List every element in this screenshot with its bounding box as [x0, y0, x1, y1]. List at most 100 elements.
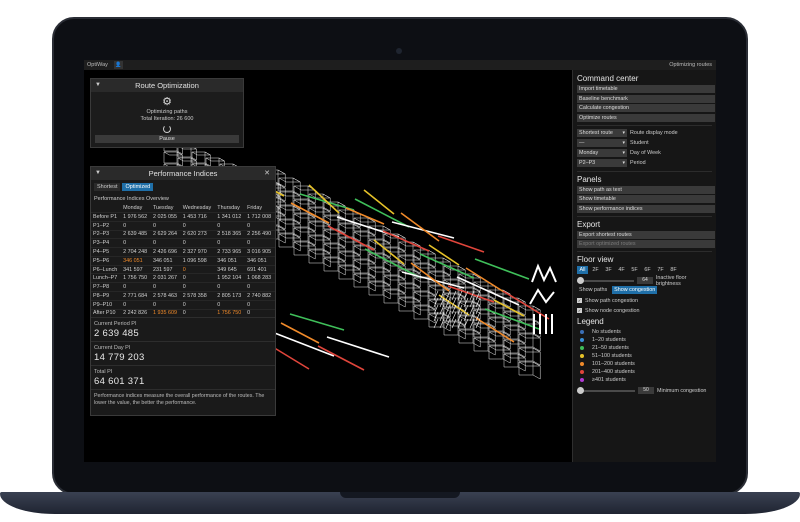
- export-shortest-button[interactable]: Export shortest routes: [577, 230, 715, 239]
- table-cell: 1 453 716: [182, 213, 207, 220]
- table-cell: 346 051: [247, 257, 267, 264]
- room-cube: [458, 329, 482, 348]
- row-label: P6–Lunch: [93, 266, 118, 273]
- current-day-metric: Current Day PI 14 779 203: [91, 341, 275, 365]
- table-cell: 2 704 248: [123, 249, 148, 256]
- calculate-congestion-button[interactable]: Calculate congestion: [577, 104, 715, 112]
- select-value: P2–P3: [579, 160, 596, 166]
- legend-dot-icon: [580, 370, 584, 374]
- floor-tab-7f[interactable]: 7F: [655, 266, 666, 274]
- table-cell: 0: [123, 240, 127, 247]
- metric-value: 64 601 371: [94, 376, 145, 388]
- min-congestion-value[interactable]: 50: [638, 387, 654, 394]
- metric-label: Current Day PI: [94, 345, 131, 352]
- table-cell: 2 327 970: [182, 249, 207, 256]
- perf-panel-header[interactable]: ▼ Performance Indices ✕: [91, 167, 275, 180]
- table-cell: 2 771 684: [123, 292, 148, 299]
- room-cube: [473, 337, 497, 356]
- legend-item: 21–50 students: [577, 344, 712, 352]
- tab-optimized[interactable]: Optimized: [122, 183, 154, 191]
- route-path: [465, 267, 505, 293]
- show-timetable-button[interactable]: Show timetable: [577, 195, 715, 203]
- table-cell: 0: [247, 310, 251, 317]
- row-label: P1–P2: [93, 222, 110, 229]
- legend-item: 1–20 students: [577, 336, 712, 344]
- collapse-icon[interactable]: ▼: [95, 79, 101, 92]
- row-label: P2–P3: [93, 231, 110, 238]
- table-cell: 349 645: [217, 266, 237, 273]
- checkbox-checked-icon[interactable]: ✓: [577, 298, 582, 303]
- brightness-slider[interactable]: [577, 276, 635, 284]
- table-cell: 346 051: [152, 257, 173, 264]
- route-path: [280, 322, 320, 344]
- app-status: Optimizing routes: [669, 62, 712, 68]
- legend-dot-icon: [580, 378, 584, 382]
- student-select[interactable]: — ▾: [577, 139, 627, 147]
- table-row: Before P1 1 976 562 2 025 055 1 453 716 1 34…: [91, 212, 275, 222]
- table-row: P8–P9 2 771 684 2 578 463 2 578 358 2 805 17…: [91, 291, 275, 301]
- checkbox-checked-icon[interactable]: ✓: [577, 308, 582, 313]
- min-congestion-label: Minimum congestion: [657, 387, 707, 394]
- user-icon[interactable]: 👤: [114, 61, 123, 69]
- floor-tab-5f[interactable]: 5F: [629, 266, 640, 274]
- pause-button[interactable]: Pause: [95, 135, 239, 143]
- import-timetable-button[interactable]: Import timetable: [577, 85, 715, 93]
- route-panel-header[interactable]: ▼ Route Optimization: [91, 79, 243, 92]
- legend-dot-icon: [580, 354, 584, 358]
- floor-tab-all[interactable]: All: [577, 266, 588, 274]
- legend-label: 21–50 students: [592, 345, 629, 351]
- legend-dot-icon: [580, 338, 584, 342]
- gear-icon: ⚙: [162, 96, 172, 108]
- legend-list: No students 1–20 students 21–50 students 51…: [577, 328, 712, 384]
- legend-dot-icon: [580, 362, 584, 366]
- baseline-benchmark-button[interactable]: Baseline benchmark: [577, 94, 715, 103]
- day-select[interactable]: Monday ▾: [577, 149, 627, 157]
- table-cell: 1 096 598: [182, 257, 207, 264]
- show-path-text-button[interactable]: Show path as text: [577, 185, 715, 194]
- select-label: Student: [630, 140, 649, 146]
- table-cell: 0: [152, 301, 156, 308]
- tab-shortest[interactable]: Shortest: [94, 183, 121, 191]
- floor-tab-2f[interactable]: 2F: [590, 266, 601, 274]
- min-congestion-slider[interactable]: [577, 386, 635, 394]
- floor-tab-4f[interactable]: 4F: [616, 266, 627, 274]
- chevron-down-icon: ▾: [622, 160, 625, 166]
- collapse-icon[interactable]: ▼: [95, 167, 101, 180]
- show-congestion-toggle[interactable]: Show congestion: [612, 286, 658, 294]
- optimize-routes-button[interactable]: Optimize routes: [577, 113, 715, 122]
- brightness-value[interactable]: 64: [637, 277, 653, 284]
- table-cell: 3 016 905: [247, 249, 272, 256]
- legend-item: 201–400 students: [577, 368, 712, 376]
- app-name: OptiWay: [87, 62, 108, 68]
- table-row: P4–P5 2 704 248 2 426 696 2 327 970 2 733 96…: [91, 247, 275, 257]
- legend-dot-icon: [580, 346, 584, 350]
- period-select[interactable]: P2–P3 ▾: [577, 159, 627, 167]
- perf-overview-title: Performance Indices Overview: [94, 196, 169, 202]
- table-cell: 2 620 273: [182, 231, 207, 238]
- floor-tab-6f[interactable]: 6F: [642, 266, 653, 274]
- table-cell: 2 733 965: [217, 249, 242, 256]
- slider-knob[interactable]: [577, 386, 584, 394]
- table-cell: 0: [123, 301, 127, 308]
- room-cube: [293, 241, 317, 260]
- table-cell: 2 805 173: [217, 292, 242, 299]
- metric-value: 14 779 203: [94, 352, 145, 364]
- table-row: P6–Lunch 341 597 231 597 0 349 645 691 401: [91, 265, 275, 274]
- export-optimized-button[interactable]: Export optimized routes: [577, 240, 715, 248]
- legend-label: ≥401 students: [592, 377, 626, 383]
- floor-tab-3f[interactable]: 3F: [603, 266, 614, 274]
- congestion-paths: [253, 179, 550, 371]
- slider-knob[interactable]: [577, 276, 584, 284]
- current-period-metric: Current Period PI 2 639 485: [91, 317, 275, 341]
- floor-tab-8f[interactable]: 8F: [668, 266, 679, 274]
- route-path: [327, 225, 375, 251]
- divider: [577, 215, 712, 217]
- route-path: [363, 189, 395, 215]
- show-performance-button[interactable]: Show performance indices: [577, 204, 715, 213]
- row-label: P8–P9: [93, 292, 110, 299]
- close-icon[interactable]: ✕: [264, 167, 270, 180]
- table-cell: 1 712 008: [247, 213, 272, 220]
- select-value: Shortest route: [579, 130, 613, 136]
- route-mode-select[interactable]: Shortest route ▾: [577, 129, 627, 137]
- show-paths-toggle[interactable]: Show paths: [577, 286, 609, 294]
